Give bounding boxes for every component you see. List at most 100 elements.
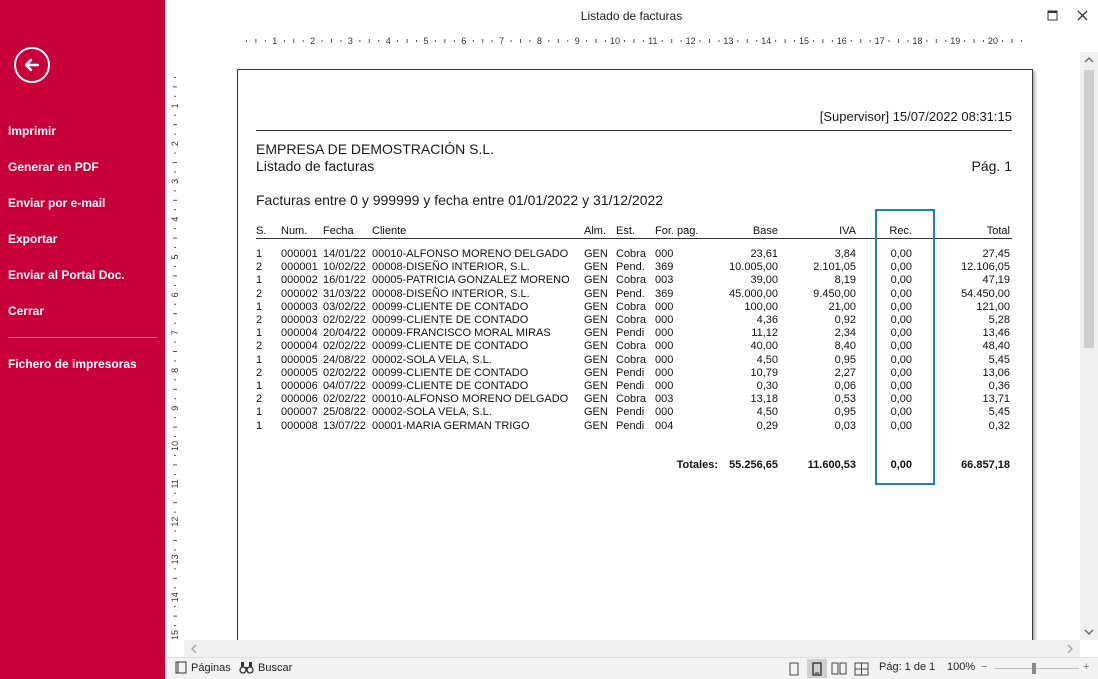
col-iva-cell: 2,27 (834, 366, 856, 379)
zoom-in-button[interactable]: + (1083, 661, 1089, 673)
col-cliente-cell: 00001-MARIA GERMAN TRIGO (372, 419, 530, 432)
report-subtitle: Listado de facturas (256, 158, 375, 174)
col-est-cell: Pendi (616, 406, 645, 419)
col-forpag-header: For. pag. (655, 225, 699, 237)
report-supervisor: [Supervisor] 15/07/2022 08:31:15 (819, 109, 1012, 124)
preview-area[interactable]: [Supervisor] 15/07/2022 08:31:15 EMPRESA… (184, 52, 1080, 640)
scroll-left-icon[interactable] (190, 644, 198, 654)
col-est-cell: Cobra (616, 274, 646, 287)
col-fecha-cell: 13/07/22 (323, 419, 366, 432)
col-forpag-cell: 004 (655, 419, 674, 432)
col-num-cell: 000003 (281, 300, 318, 313)
col-iva-cell: 8,40 (834, 340, 856, 353)
col-iva-cell: 0,95 (834, 353, 856, 366)
ruler-label: 10 (610, 36, 620, 46)
ruler-label: 17 (875, 36, 885, 46)
col-cliente-cell: 00008-DISEÑO INTERIOR, S.L. (372, 261, 530, 274)
maximize-button[interactable] (1043, 6, 1061, 24)
col-forpag-cell: 000 (655, 300, 674, 313)
zoom-slider-track[interactable] (995, 668, 1079, 669)
col-base-cell: 4,50 (756, 353, 778, 366)
col-fecha-cell: 25/08/22 (323, 406, 366, 419)
col-cliente-cell: 00008-DISEÑO INTERIOR, S.L. (372, 287, 530, 300)
vertical-scroll-thumb[interactable] (1084, 70, 1094, 348)
send-portal-button[interactable]: Enviar al Portal Doc. (0, 257, 165, 293)
single-page-icon (789, 662, 799, 675)
totals-base: 55.256,65 (729, 459, 778, 471)
zoom-out-button[interactable]: − (981, 661, 987, 673)
col-est-cell: Pendi (616, 380, 645, 392)
pages-icon (175, 661, 187, 674)
col-fecha-cell: 10/02/22 (323, 261, 366, 274)
col-est-cell: Pendi (616, 327, 645, 340)
view-multi-pages-button[interactable] (851, 659, 871, 678)
ruler-label: 10 (170, 441, 180, 451)
print-button[interactable]: Imprimir (0, 113, 165, 149)
col-est-cell: Pend. (616, 261, 645, 274)
col-cliente-header: Cliente (372, 225, 407, 237)
col-s-cell: 1 (256, 300, 263, 313)
col-cliente-cell: 00002-SOLA VELA, S.L. (372, 353, 492, 366)
col-num-cell: 000006 (281, 393, 318, 406)
col-fecha-cell: 16/01/22 (323, 274, 366, 287)
send-email-button[interactable]: Enviar por e-mail (0, 185, 165, 221)
col-s-cell: 1 (256, 406, 263, 419)
col-s-cell: 2 (256, 287, 263, 300)
col-est-cell: Cobra (616, 340, 646, 353)
horizontal-scrollbar[interactable] (184, 640, 1080, 657)
ruler-label: 6 (461, 36, 466, 46)
col-alm-cell: GEN (584, 353, 608, 366)
col-alm-cell: GEN (584, 300, 608, 313)
ruler-label: 4 (170, 217, 180, 222)
col-forpag-cell: 000 (655, 380, 674, 392)
col-s-cell: 2 (256, 340, 263, 353)
col-fecha-cell: 20/04/22 (323, 327, 366, 340)
search-button[interactable]: Buscar (239, 661, 292, 674)
pages-button[interactable]: Páginas (175, 661, 231, 674)
col-alm-cell: GEN (584, 366, 608, 379)
col-alm-cell: GEN (584, 419, 608, 432)
printer-file-button[interactable]: Fichero de impresoras (0, 346, 165, 382)
view-page-width-button[interactable] (807, 659, 827, 678)
col-alm-cell: GEN (584, 340, 608, 353)
col-num-cell: 000008 (281, 419, 318, 432)
col-iva-cell: 21,00 (828, 300, 856, 313)
export-pdf-button[interactable]: Generar en PDF (0, 149, 165, 185)
ruler-label: 8 (170, 368, 180, 373)
col-base-cell: 10.005,00 (729, 261, 778, 274)
scroll-right-icon[interactable] (1066, 644, 1074, 654)
col-base-cell: 11,12 (751, 327, 778, 340)
col-s-cell: 1 (256, 419, 263, 432)
col-alm-cell: GEN (584, 406, 608, 419)
col-alm-cell: GEN (584, 314, 608, 326)
col-base-cell: 4,50 (756, 406, 778, 419)
col-cliente-cell: 00010-ALFONSO MORENO DELGADO (372, 248, 569, 260)
col-iva-cell: 8,19 (834, 274, 856, 287)
page-info: Pág: 1 de 1 (879, 661, 936, 673)
col-base-cell: 100,00 (744, 300, 778, 313)
col-num-cell: 000007 (281, 406, 318, 419)
col-fecha-cell: 02/02/22 (323, 366, 366, 379)
back-button[interactable] (14, 47, 50, 83)
ruler-label: 3 (348, 36, 353, 46)
menu-divider (8, 337, 157, 338)
scroll-up-icon[interactable] (1084, 56, 1094, 64)
view-one-page-button[interactable] (784, 659, 804, 678)
scroll-down-icon[interactable] (1084, 628, 1094, 636)
ruler-label: 1 (170, 103, 180, 108)
col-cliente-cell: 00099-CLIENTE DE CONTADO (372, 314, 529, 326)
view-two-pages-button[interactable] (829, 659, 849, 678)
close-window-button[interactable] (1073, 6, 1091, 24)
col-fecha-cell: 24/08/22 (323, 353, 366, 366)
vertical-ruler: 123456789101112131415 (170, 76, 180, 640)
export-button[interactable]: Exportar (0, 221, 165, 257)
col-fecha-cell: 14/01/22 (323, 248, 366, 260)
binoculars-icon (239, 662, 254, 674)
col-est-cell: Pendi (616, 419, 645, 432)
zoom-slider-thumb[interactable] (1032, 663, 1036, 674)
col-forpag-cell: 000 (655, 327, 674, 340)
vertical-scrollbar[interactable] (1080, 52, 1098, 640)
close-button[interactable]: Cerrar (0, 293, 165, 329)
col-cliente-cell: 00005-PATRICIA GONZALEZ MORENO (372, 274, 570, 287)
col-base-cell: 40,00 (750, 340, 778, 353)
